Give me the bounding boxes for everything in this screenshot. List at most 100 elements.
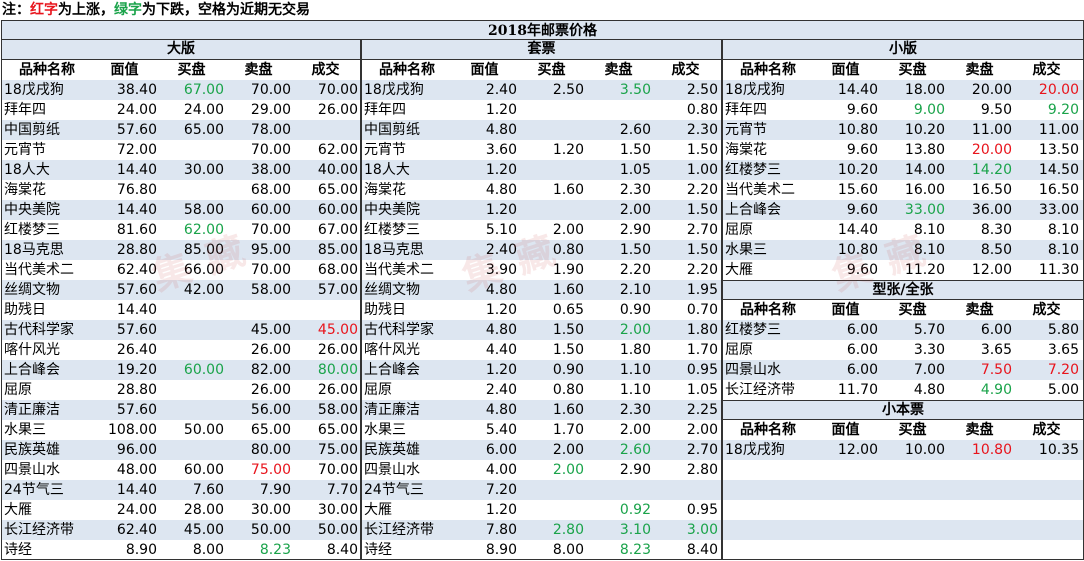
cell-face-value: 7.80 xyxy=(485,522,517,538)
table-row: 清正廉洁 4.80 1.60 2.30 2.25 xyxy=(362,400,721,420)
cell-deal: 8.40 xyxy=(326,542,358,558)
cell-name: 民族英雄 xyxy=(4,442,60,458)
cell-bid: 1.20 xyxy=(552,142,584,158)
table-row: 元宵节 10.80 10.20 11.00 11.00 xyxy=(723,120,1083,140)
cell-ask xyxy=(586,100,653,120)
table-row: 屈原 6.00 3.30 3.65 3.65 xyxy=(723,340,1083,360)
cell-name: 大雁 xyxy=(364,502,392,518)
cell-ask: 1.05 xyxy=(619,162,651,178)
cell-face-value: 28.80 xyxy=(116,242,157,258)
cell-bid xyxy=(519,500,586,520)
cell-name: 拜年四 xyxy=(725,102,767,118)
cell-bid: 85.00 xyxy=(183,242,224,258)
column-header: 品种名称 xyxy=(740,302,796,318)
cell-name: 屈原 xyxy=(725,222,753,238)
table-daban: 品种名称 面值 买盘 卖盘 成交 18戊戌狗 38.40 67.00 70.00 70.00 拜年四… xyxy=(2,60,360,559)
cell-bid: 30.00 xyxy=(183,162,224,178)
table-row: 24节气三 14.40 7.60 7.90 7.70 xyxy=(2,480,360,500)
cell-face-value: 28.80 xyxy=(116,382,157,398)
cell-deal: 5.80 xyxy=(1047,322,1079,338)
cell-name: 水果三 xyxy=(364,422,406,438)
table-row: 民族英雄 6.00 2.00 2.60 2.70 xyxy=(362,440,721,460)
column-header: 买盘 xyxy=(898,422,927,438)
cell-face-value: 3.90 xyxy=(485,262,517,278)
cell-bid: 24.00 xyxy=(183,102,224,118)
cell-deal: 45.00 xyxy=(317,322,358,338)
column-header: 品种名称 xyxy=(19,62,75,78)
cell-face-value: 6.00 xyxy=(846,322,878,338)
cell-ask: 26.00 xyxy=(250,342,291,358)
cell-deal: 1.05 xyxy=(686,382,718,398)
cell-deal: 50.00 xyxy=(317,522,358,538)
table-row: 上合峰会 1.20 0.90 1.10 0.95 xyxy=(362,360,721,380)
table-header: 品种名称 面值 买盘 卖盘 成交 xyxy=(362,60,721,80)
cell-deal: 65.00 xyxy=(317,182,358,198)
cell-bid: 60.00 xyxy=(183,362,224,378)
cell-bid xyxy=(519,200,586,220)
cell-bid: 5.70 xyxy=(913,322,945,338)
cell-face-value: 96.00 xyxy=(116,442,157,458)
table-row: 当代美术二 62.40 66.00 70.00 68.00 xyxy=(2,260,360,280)
cell-deal: 8.40 xyxy=(686,542,718,558)
cell-deal: 67.00 xyxy=(317,222,358,238)
cell-face-value: 10.80 xyxy=(837,122,878,138)
panel-daban: 大版 品种名称 面值 买盘 卖盘 成交 18戊戌狗 38.40 67.00 70.00 70.00… xyxy=(1,40,361,560)
cell-bid: 8.00 xyxy=(552,542,584,558)
table-row: 大雁 9.60 11.20 12.00 11.30 xyxy=(723,260,1083,280)
cell-bid xyxy=(159,400,226,420)
table-header: 品种名称 面值 买盘 卖盘 成交 xyxy=(723,420,1083,440)
table-row: 红楼梦三 10.20 14.00 14.20 14.50 xyxy=(723,160,1083,180)
cell-ask: 1.50 xyxy=(619,242,651,258)
cell-ask: 70.00 xyxy=(250,262,291,278)
cell-bid: 1.60 xyxy=(552,182,584,198)
table-row: 18马克思 2.40 0.80 1.50 1.50 xyxy=(362,240,721,260)
cell-deal: 1.50 xyxy=(686,142,718,158)
cell-face-value: 57.60 xyxy=(116,122,157,138)
cell-bid: 9.00 xyxy=(913,102,945,118)
section-title-xingzhang: 型张/全张 xyxy=(723,280,1083,300)
cell-name: 当代美术二 xyxy=(364,262,434,278)
cell-bid: 7.60 xyxy=(192,482,224,498)
cell-bid xyxy=(519,100,586,120)
cell-deal: 11.00 xyxy=(1038,122,1079,138)
cell-face-value: 4.00 xyxy=(485,462,517,478)
column-header: 成交 xyxy=(311,62,340,78)
table-row: 拜年四 1.20 0.80 xyxy=(362,100,721,120)
cell-ask: 58.00 xyxy=(250,282,291,298)
cell-face-value: 62.40 xyxy=(116,522,157,538)
table-row: 民族英雄 96.00 80.00 75.00 xyxy=(2,440,360,460)
cell-ask: 2.20 xyxy=(619,262,651,278)
cell-deal: 26.00 xyxy=(317,382,358,398)
cell-ask: 2.00 xyxy=(619,202,651,218)
column-header: 卖盘 xyxy=(244,62,273,78)
cell-ask: 11.00 xyxy=(971,122,1012,138)
cell-face-value: 57.60 xyxy=(116,282,157,298)
section-title-xiaobenpiao: 小本票 xyxy=(723,400,1083,420)
cell-ask: 65.00 xyxy=(250,422,291,438)
cell-face-value: 6.00 xyxy=(485,442,517,458)
cell-ask: 2.00 xyxy=(619,322,651,338)
table-row: 海棠花 76.80 68.00 65.00 xyxy=(2,180,360,200)
cell-ask: 7.50 xyxy=(980,362,1012,378)
table-row: 18人大 14.40 30.00 38.00 40.00 xyxy=(2,160,360,180)
table-row: 喀什风光 4.40 1.50 1.80 1.70 xyxy=(362,340,721,360)
empty-row xyxy=(723,480,1083,500)
cell-deal: 40.00 xyxy=(317,162,358,178)
table-row: 中央美院 14.40 58.00 60.00 60.00 xyxy=(2,200,360,220)
table-row: 当代美术二 3.90 1.90 2.20 2.20 xyxy=(362,260,721,280)
cell-ask: 75.00 xyxy=(250,462,291,478)
cell-face-value: 6.00 xyxy=(846,342,878,358)
cell-deal: 14.50 xyxy=(1038,162,1079,178)
cell-face-value: 14.40 xyxy=(116,302,157,318)
cell-bid: 65.00 xyxy=(183,122,224,138)
cell-deal: 26.00 xyxy=(317,342,358,358)
table-row: 喀什风光 26.40 26.00 26.00 xyxy=(2,340,360,360)
column-header: 面值 xyxy=(831,62,860,78)
table-row: 诗经 8.90 8.00 8.23 8.40 xyxy=(362,540,721,559)
column-header: 面值 xyxy=(470,62,499,78)
table-row: 丝绸文物 4.80 1.60 2.10 1.95 xyxy=(362,280,721,300)
table-row: 18戊戌狗 38.40 67.00 70.00 70.00 xyxy=(2,80,360,100)
cell-ask: 8.50 xyxy=(980,242,1012,258)
table-row: 上合峰会 9.60 33.00 36.00 33.00 xyxy=(723,200,1083,220)
column-header: 买盘 xyxy=(898,302,927,318)
